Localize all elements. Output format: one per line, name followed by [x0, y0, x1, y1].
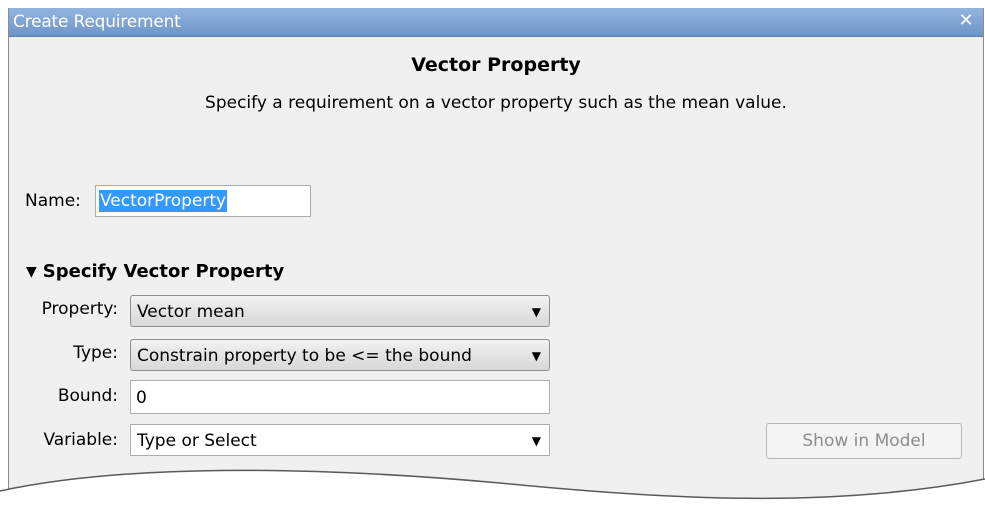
- name-label: Name:: [25, 191, 81, 211]
- type-label: Type:: [73, 343, 118, 363]
- title-bar: Create Requirement ✕: [9, 8, 983, 37]
- section-title: Specify Vector Property: [42, 261, 285, 282]
- show-in-model-button[interactable]: Show in Model: [766, 423, 962, 459]
- chevron-down-icon[interactable]: ▼: [532, 434, 541, 448]
- close-icon[interactable]: ✕: [955, 10, 977, 32]
- name-input-value: VectorProperty: [99, 190, 228, 212]
- section-toggle-specify-vector-property[interactable]: ▼ Specify Vector Property: [26, 261, 284, 282]
- variable-combobox[interactable]: Type or Select ▼: [130, 424, 550, 456]
- window-title: Create Requirement: [13, 12, 181, 32]
- variable-value: Type or Select: [137, 431, 257, 451]
- type-dropdown[interactable]: Constrain property to be <= the bound ▼: [130, 339, 550, 371]
- type-value: Constrain property to be <= the bound: [137, 346, 472, 366]
- variable-label: Variable:: [43, 430, 118, 450]
- bound-value: 0: [136, 388, 147, 408]
- page-title: Vector Property: [411, 54, 581, 76]
- bound-label: Bound:: [57, 386, 118, 406]
- torn-edge: [0, 469, 985, 524]
- triangle-down-icon: ▼: [26, 264, 37, 280]
- bound-input[interactable]: 0: [130, 380, 550, 414]
- create-requirement-dialog: Create Requirement ✕ Vector Property Spe…: [8, 8, 984, 524]
- chevron-down-icon: ▼: [531, 349, 541, 363]
- page-description: Specify a requirement on a vector proper…: [205, 93, 787, 113]
- property-value: Vector mean: [137, 302, 245, 322]
- property-label: Property:: [41, 299, 118, 319]
- property-dropdown[interactable]: Vector mean ▼: [130, 295, 550, 327]
- chevron-down-icon: ▼: [531, 305, 541, 319]
- name-input[interactable]: VectorProperty: [95, 185, 311, 217]
